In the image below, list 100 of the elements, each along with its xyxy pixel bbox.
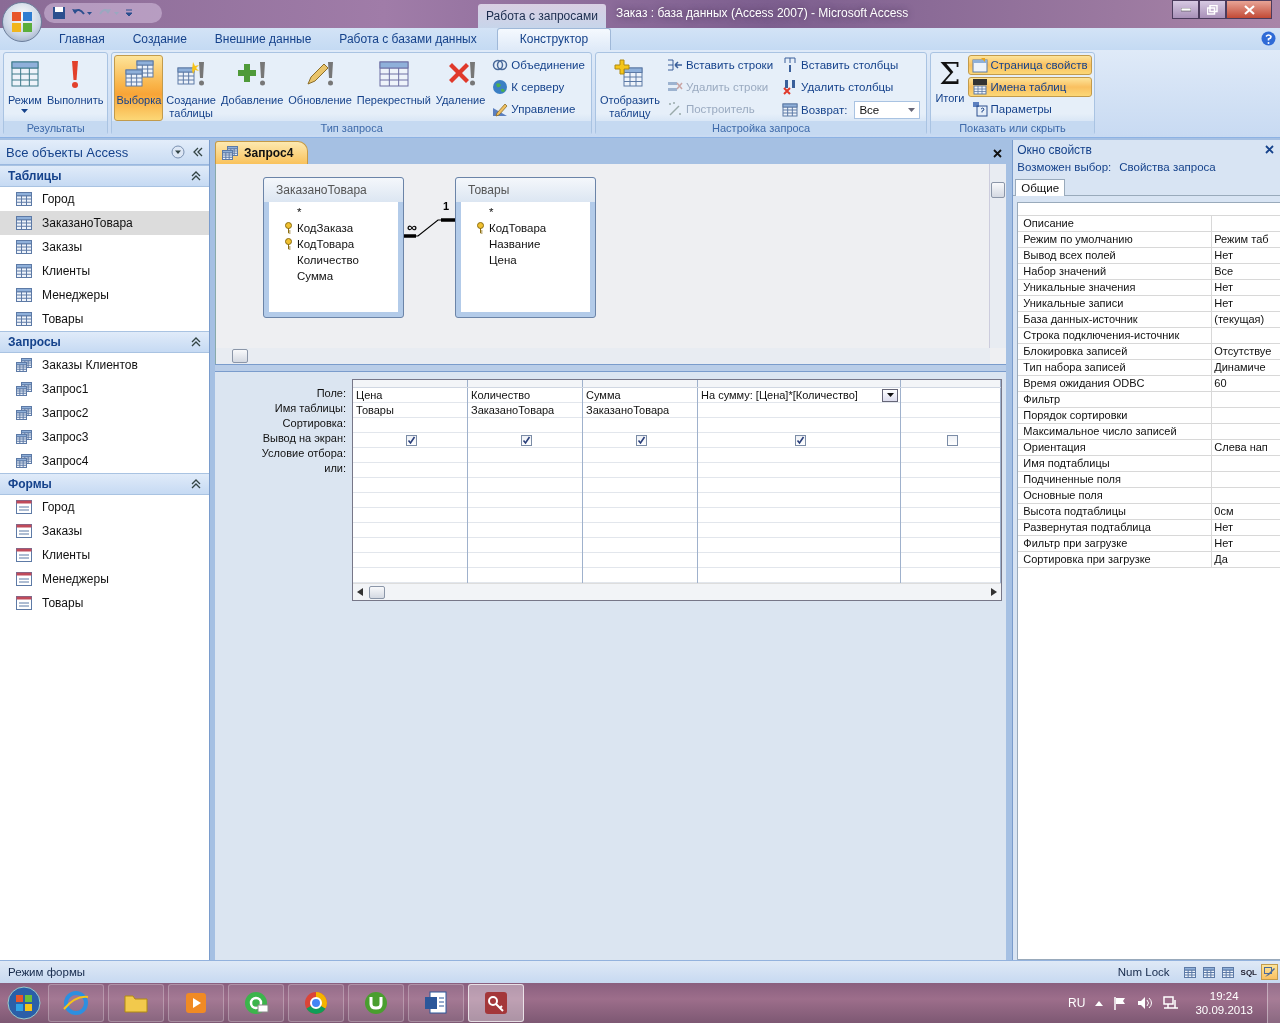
navigation-item[interactable]: Город: [0, 495, 209, 519]
collapse-icon[interactable]: [191, 171, 201, 181]
grid-cell[interactable]: Товары: [353, 403, 467, 418]
navigation-item[interactable]: Заказы Клиентов: [0, 353, 209, 377]
navigation-item[interactable]: Клиенты: [0, 543, 209, 567]
ribbon-button[interactable]: Выборка: [114, 55, 164, 121]
document-tab[interactable]: Запрос4: [215, 141, 309, 164]
grid-cell[interactable]: [698, 433, 900, 448]
dropdown-icon[interactable]: [171, 145, 185, 159]
grid-cell[interactable]: [583, 433, 697, 448]
ribbon-button[interactable]: К серверу: [488, 77, 589, 97]
ribbon-button[interactable]: Удаление: [433, 55, 488, 121]
property-value[interactable]: Отсутствуе: [1212, 344, 1272, 359]
field-name[interactable]: Количество: [297, 254, 359, 266]
field-name[interactable]: Цена: [489, 254, 517, 266]
show-desktop-button[interactable]: [1267, 983, 1280, 1023]
property-value[interactable]: Слева нап: [1212, 440, 1268, 455]
dropdown-button[interactable]: [882, 388, 898, 402]
flag-icon[interactable]: [1113, 996, 1128, 1010]
collapse-icon[interactable]: [191, 337, 201, 347]
checkbox[interactable]: [406, 434, 417, 446]
ribbon-button[interactable]: Объединение: [488, 55, 589, 75]
property-value[interactable]: Да: [1212, 552, 1228, 567]
caret-icon[interactable]: [1095, 1000, 1104, 1006]
ribbon-button[interactable]: Страница свойств: [967, 55, 1092, 75]
grid-cell[interactable]: Сумма: [583, 388, 697, 403]
field-name[interactable]: *: [297, 206, 302, 218]
horizontal-scrollbar[interactable]: [216, 348, 991, 364]
ribbon-button[interactable]: Управление: [488, 99, 589, 119]
language-indicator[interactable]: RU: [1068, 996, 1086, 1010]
navigation-item[interactable]: Запрос2: [0, 401, 209, 425]
navigation-item[interactable]: Запрос1: [0, 377, 209, 401]
navigation-item[interactable]: ЗаказаноТовара: [0, 211, 209, 235]
minimize-button[interactable]: [1172, 0, 1199, 19]
close-icon[interactable]: [993, 149, 1003, 158]
navigation-item[interactable]: Товары: [0, 591, 209, 615]
taskbar-button[interactable]: [108, 984, 164, 1022]
navigation-item[interactable]: Товары: [0, 307, 209, 331]
collapse-icon[interactable]: [191, 479, 201, 489]
field-name[interactable]: Сумма: [297, 270, 334, 282]
group-header[interactable]: Формы: [8, 477, 52, 491]
table-window[interactable]: Товары * КодТовара Название Цена: [455, 177, 596, 318]
ribbon-button[interactable]: Отобразить таблицу: [597, 55, 662, 121]
navigation-item[interactable]: Запрос4: [0, 449, 209, 473]
ribbon-button[interactable]: Имена таблиц: [967, 77, 1092, 97]
ribbon-tab[interactable]: Конструктор: [496, 28, 612, 50]
scrollbar-thumb[interactable]: [369, 585, 385, 599]
field-name[interactable]: Название: [489, 238, 541, 250]
grid-cell[interactable]: На сумму: [Цена]*[Количество]: [701, 388, 858, 402]
taskbar-button[interactable]: [288, 984, 344, 1022]
group-header[interactable]: Запросы: [8, 335, 61, 349]
clock-date[interactable]: 30.09.2013: [1195, 1003, 1253, 1017]
left-arrow-icon[interactable]: [357, 588, 363, 596]
taskbar-button[interactable]: [228, 984, 284, 1022]
grid-cell[interactable]: [353, 433, 467, 448]
ribbon-button[interactable]: Перекрестный: [354, 55, 433, 121]
ribbon-button[interactable]: Σ Итоги: [933, 55, 967, 121]
speaker-icon[interactable]: [1137, 996, 1154, 1010]
start-button[interactable]: [4, 984, 44, 1022]
clock-time[interactable]: 19:24: [1209, 989, 1239, 1003]
property-value[interactable]: Нет: [1212, 520, 1233, 535]
property-tab[interactable]: Общие: [1015, 179, 1066, 196]
close-icon[interactable]: [1265, 145, 1274, 154]
property-value[interactable]: 0см: [1212, 504, 1234, 519]
navigation-item[interactable]: Клиенты: [0, 259, 209, 283]
network-icon[interactable]: [1163, 996, 1180, 1010]
ribbon-tab[interactable]: Создание: [118, 29, 201, 50]
checkbox[interactable]: [521, 434, 532, 446]
checkbox[interactable]: [795, 434, 806, 446]
help-icon[interactable]: [1261, 31, 1276, 46]
ribbon-button[interactable]: Удалить столбцы: [778, 77, 925, 97]
property-value[interactable]: Все: [1212, 264, 1234, 279]
grid-cell[interactable]: ЗаказаноТовара: [468, 403, 582, 418]
property-value[interactable]: Нет: [1212, 536, 1233, 551]
property-value[interactable]: Нет: [1212, 296, 1233, 311]
ribbon-button[interactable]: Создание таблицы: [164, 55, 218, 121]
ribbon-tab[interactable]: Внешние данные: [200, 29, 326, 50]
ribbon-button[interactable]: Режим: [6, 55, 44, 121]
grid-cell[interactable]: [901, 433, 1000, 448]
property-value[interactable]: (текущая): [1212, 312, 1265, 327]
navigation-item[interactable]: Менеджеры: [0, 283, 209, 307]
checkbox[interactable]: [946, 434, 958, 446]
ribbon-button[interactable]: Параметры: [967, 99, 1092, 119]
property-value[interactable]: Нет: [1212, 280, 1233, 295]
view-button[interactable]: [1261, 964, 1278, 980]
taskbar-button[interactable]: [348, 984, 404, 1022]
checkbox[interactable]: [636, 434, 647, 446]
close-button[interactable]: [1226, 0, 1272, 19]
property-value[interactable]: Динамиче: [1212, 360, 1266, 375]
splitter[interactable]: [215, 364, 1007, 372]
customize-icon[interactable]: [125, 9, 133, 17]
field-name[interactable]: КодЗаказа: [297, 222, 354, 234]
grid-cell[interactable]: Количество: [468, 388, 582, 403]
group-header[interactable]: Таблицы: [8, 169, 62, 183]
office-button[interactable]: [2, 2, 42, 42]
right-arrow-icon[interactable]: [991, 588, 997, 596]
taskbar-button[interactable]: [408, 984, 464, 1022]
ribbon-button[interactable]: Выполнить: [44, 55, 106, 121]
horizontal-scrollbar[interactable]: [353, 583, 1001, 600]
navigation-item[interactable]: Менеджеры: [0, 567, 209, 591]
